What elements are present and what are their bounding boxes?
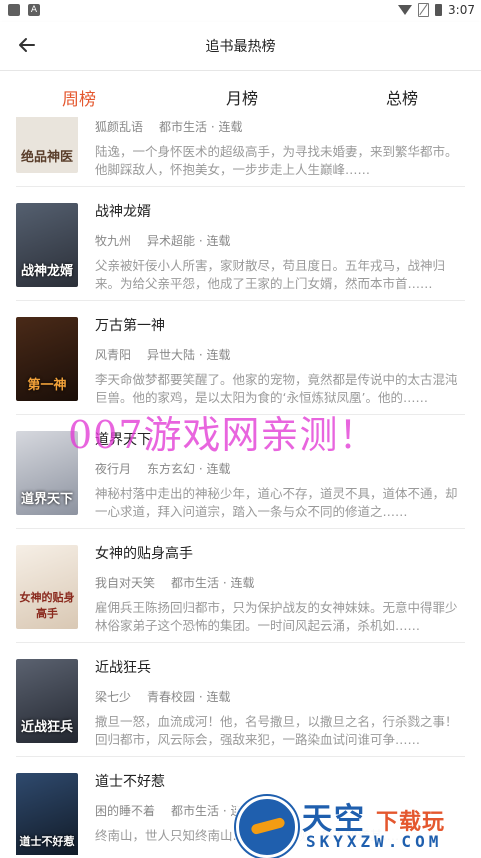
book-cover: 道士不好惹 <box>16 773 78 855</box>
book-cover: 战神龙婿 <box>16 203 78 287</box>
book-description: 陆逸，一个身怀医术的超级高手，为寻找未婚妻，来到繁华都市。他脚踩敌人，怀抱美女，… <box>95 144 458 177</box>
book-meta: 狐颜乱语 都市生活 · 连载 <box>95 118 242 135</box>
tab-bar: 周榜 月榜 总榜 <box>0 71 481 117</box>
book-author: 狐颜乱语 <box>95 120 144 134</box>
book-cover: 女神的贴身高手 <box>16 545 78 629</box>
book-category: 东方玄幻 · 连载 <box>147 462 231 476</box>
book-description: 父亲被奸佞小人所害，家财散尽，苟且度日。五年戎马，战神归来。为给父亲平怨，他成了… <box>95 258 446 291</box>
status-time: 3:07 <box>448 3 475 17</box>
list-item[interactable]: 女神的贴身高手 女神的贴身高手 我自对天笑 都市生活 · 连载 雇佣兵王陈扬回归都… <box>0 529 481 643</box>
watermark-text: 007游戏网亲测！ <box>68 413 378 457</box>
book-author: 困的睡不着 <box>95 804 156 818</box>
book-description: 李天命做梦都要笑醒了。他家的宠物，竟然都是传说中的太古混沌巨兽。他的家鸡，是以太… <box>95 372 458 405</box>
logo-url: SKYXZW.COM <box>306 832 443 851</box>
page-title: 追书最热榜 <box>205 39 276 55</box>
list-item[interactable]: 战神龙婿 战神龙婿 牧九州 异术超能 · 连载 父亲被奸佞小人所害，家财散尽，苟且… <box>0 187 481 301</box>
tab-total[interactable]: 总榜 <box>386 85 418 109</box>
book-cover: 绝品神医 <box>16 117 78 173</box>
book-list: 绝品神医 狐颜乱语 都市生活 · 连载 陆逸，一个身怀医术的超级高手，为寻找未婚妻… <box>0 117 481 855</box>
book-meta: 梁七少 青春校园 · 连载 <box>95 688 230 705</box>
list-item[interactable]: 绝品神医 狐颜乱语 都市生活 · 连载 陆逸，一个身怀医术的超级高手，为寻找未婚妻… <box>0 117 481 187</box>
book-meta: 困的睡不着 都市生活 · 连载 <box>95 802 254 819</box>
book-cover: 第一神 <box>16 317 78 401</box>
book-meta: 夜行月 东方玄幻 · 连载 <box>95 460 230 477</box>
notification-icon <box>8 4 20 16</box>
book-title: 近战狂兵 <box>95 660 151 676</box>
book-category: 异世大陆 · 连载 <box>147 348 231 362</box>
list-item[interactable]: 近战狂兵 近战狂兵 梁七少 青春校园 · 连载 撒旦一怒，血流成河！他，名号撒旦，… <box>0 643 481 757</box>
book-title: 道士不好惹 <box>95 774 165 790</box>
book-cover: 近战狂兵 <box>16 659 78 743</box>
book-description: 雇佣兵王陈扬回归都市，只为保护战友的女神妹妹。无意中得罪少林俗家弟子这个恐怖的集… <box>95 600 458 633</box>
title-bar: 追书最热榜 <box>0 22 481 71</box>
book-author: 梁七少 <box>95 690 132 704</box>
book-author: 风青阳 <box>95 348 132 362</box>
list-item[interactable]: 第一神 万古第一神 风青阳 异世大陆 · 连载 李天命做梦都要笑醒了。他家的宠物，… <box>0 301 481 415</box>
tab-monthly[interactable]: 月榜 <box>226 85 258 109</box>
book-title: 女神的贴身高手 <box>95 546 193 562</box>
battery-icon <box>435 4 443 16</box>
tab-weekly[interactable]: 周榜 <box>62 85 96 110</box>
book-category: 异术超能 · 连载 <box>147 234 231 248</box>
a-badge-icon: A <box>28 4 40 16</box>
book-meta: 风青阳 异世大陆 · 连载 <box>95 346 230 363</box>
book-title: 战神龙婿 <box>95 204 151 220</box>
book-title: 万古第一神 <box>95 318 165 334</box>
status-bar: A 3:07 <box>0 0 481 22</box>
book-meta: 牧九州 异术超能 · 连载 <box>95 232 230 249</box>
book-author: 夜行月 <box>95 462 132 476</box>
book-meta: 我自对天笑 都市生活 · 连载 <box>95 574 254 591</box>
book-description: 撒旦一怒，血流成河！他，名号撒旦，以撒旦之名，行杀戮之事！回归都市，风云际会，强… <box>95 714 458 747</box>
globe-logo-icon <box>236 796 298 858</box>
book-category: 都市生活 · 连载 <box>159 120 243 134</box>
book-author: 牧九州 <box>95 234 132 248</box>
book-category: 都市生活 · 连载 <box>171 576 255 590</box>
book-category: 青春校园 · 连载 <box>147 690 231 704</box>
no-sim-icon <box>418 3 430 17</box>
site-logo-watermark: 天空 下载玩 SKYXZW.COM <box>236 792 481 858</box>
book-author: 我自对天笑 <box>95 576 156 590</box>
book-description: 神秘村落中走出的神秘少年，道心不存，道灵不具，道体不通，却一心求道，拜入问道宗，… <box>95 486 458 519</box>
wifi-icon <box>398 5 413 15</box>
